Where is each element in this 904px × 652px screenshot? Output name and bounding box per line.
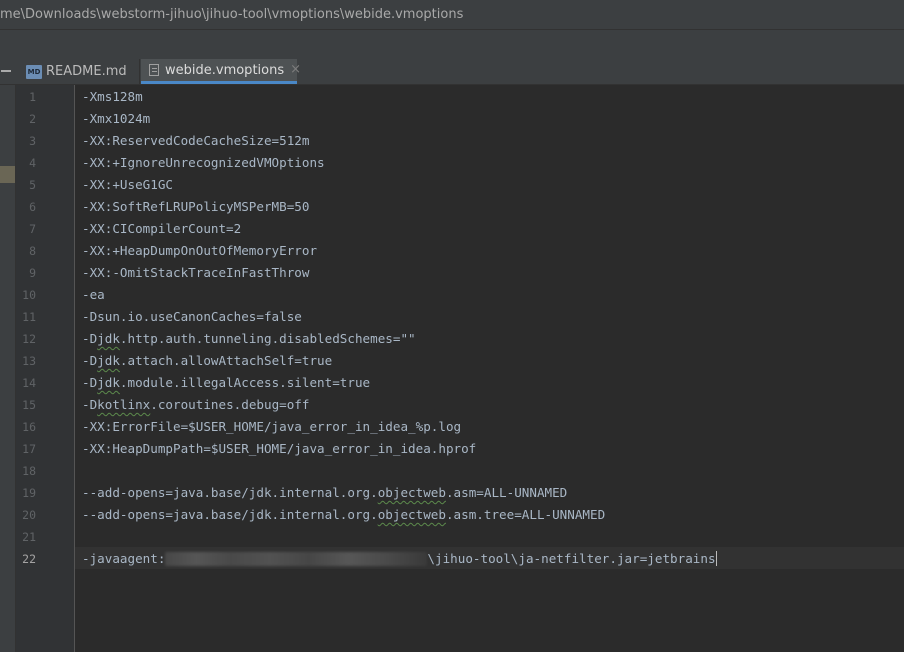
code-line: -Xmx1024m [82,108,150,130]
code-text: -D [82,375,98,390]
spelling-warning-text: jdk [97,331,120,346]
code-line: --add-opens=java.base/jdk.internal.org.o… [82,504,605,526]
code-line: -Dsun.io.useCanonCaches=false [82,306,302,328]
tab-webide-vmoptions[interactable]: webide.vmoptions × [141,59,301,84]
code-text: -XX:+HeapDumpOnOutOfMemoryError [82,243,318,258]
collapse-icon[interactable] [0,64,14,78]
code-line: --add-opens=java.base/jdk.internal.org.o… [82,482,567,504]
code-text: -Xmx1024m [82,111,151,126]
code-line: -Djdk.module.illegalAccess.silent=true [82,372,370,394]
line-number: 2 [29,112,36,126]
line-number: 11 [22,310,36,324]
spelling-warning-text: jdk [97,375,120,390]
code-line: -XX:-OmitStackTraceInFastThrow [82,262,309,284]
code-text: --add-opens=java.base/jdk.internal.org. [82,485,378,500]
code-text: -D [82,353,98,368]
line-number: 10 [22,288,36,302]
line-number: 21 [22,530,36,544]
code-line: -XX:SoftRefLRUPolicyMSPerMB=50 [82,196,309,218]
text-caret [715,550,717,566]
line-number: 22 [22,552,36,566]
line-number: 8 [29,244,36,258]
line-number: 15 [22,398,36,412]
tab-readme[interactable]: MD README.md [20,59,140,84]
code-line: -Djdk.http.auth.tunneling.disabledScheme… [82,328,416,350]
code-text: -D [82,397,98,412]
code-text: -D [82,331,98,346]
close-icon[interactable]: × [290,63,301,77]
code-text: -XX:ReservedCodeCacheSize=512m [82,133,310,148]
code-text: -XX:CICompilerCount=2 [82,221,242,236]
left-tool-strip [0,85,16,652]
code-line: -ea [82,284,105,306]
code-line: -XX:ErrorFile=$USER_HOME/java_error_in_i… [82,416,461,438]
code-line: -XX:CICompilerCount=2 [82,218,241,240]
line-number: 7 [29,222,36,236]
code-text: -XX:HeapDumpPath=$USER_HOME/java_error_i… [82,441,477,456]
code-text: .asm=ALL-UNNAMED [445,485,568,500]
tab-label: README.md [46,64,127,79]
code-text: -Xms128m [82,89,143,104]
line-number: 4 [29,156,36,170]
code-text: .attach.allowAttachSelf=true [119,353,333,368]
spelling-warning-text: objectweb [377,485,446,500]
code-text: -XX:SoftRefLRUPolicyMSPerMB=50 [82,199,310,214]
line-number: 17 [22,442,36,456]
code-text: -Dsun.io.useCanonCaches=false [82,309,302,324]
spelling-warning-text: objectweb [377,507,446,522]
code-text: -XX:+UseG1GC [82,177,173,192]
window-title-path: me\Downloads\webstorm-jihuo\jihuo-tool\v… [0,0,904,29]
tab-label: webide.vmoptions [165,62,285,78]
editor-tab-bar: MD README.md webide.vmoptions × [0,59,904,85]
line-number: 3 [29,134,36,148]
code-line: -XX:+HeapDumpOnOutOfMemoryError [82,240,317,262]
tool-window-marker[interactable] [0,166,15,183]
code-line: -Djdk.attach.allowAttachSelf=true [82,350,332,372]
code-line: -XX:+UseG1GC [82,174,173,196]
toolbar-strip [0,29,904,59]
code-line: -XX:ReservedCodeCacheSize=512m [82,130,309,152]
code-text: \jihuo-tool\ja-netfilter.jar=jetbrains [427,551,716,566]
code-text: --add-opens=java.base/jdk.internal.org. [82,507,378,522]
code-line: -Xms128m [82,86,143,108]
code-text: .asm.tree=ALL-UNNAMED [445,507,606,522]
code-text: -XX:-OmitStackTraceInFastThrow [82,265,310,280]
code-text: .coroutines.debug=off [150,397,310,412]
code-text: -ea [82,287,105,302]
line-number: 12 [22,332,36,346]
line-number: 9 [29,266,36,280]
file-path-text: me\Downloads\webstorm-jihuo\jihuo-tool\v… [0,7,464,22]
line-number: 20 [22,508,36,522]
code-line: -XX:HeapDumpPath=$USER_HOME/java_error_i… [82,438,476,460]
text-file-icon [149,64,159,76]
code-editor[interactable]: -Xms128m -Xmx1024m -XX:ReservedCodeCacheSi… [75,85,904,652]
line-number: 6 [29,200,36,214]
line-number: 13 [22,354,36,368]
code-line: -XX:+IgnoreUnrecognizedVMOptions [82,152,325,174]
code-text: -XX:+IgnoreUnrecognizedVMOptions [82,155,325,170]
spelling-warning-text: jdk [97,353,120,368]
line-number: 1 [29,90,36,104]
code-text: -javaagent: [82,551,166,566]
code-line: -javaagent: \jihuo-tool\ja-netfilter.jar=… [82,548,717,570]
code-text: -XX:ErrorFile=$USER_HOME/java_error_in_i… [82,419,462,434]
line-number: 16 [22,420,36,434]
line-number: 5 [29,178,36,192]
code-line: -Dkotlinx.coroutines.debug=off [82,394,309,416]
code-text: .module.illegalAccess.silent=true [119,375,371,390]
line-number: 14 [22,376,36,390]
line-number-gutter: 1 2 3 4 5 6 7 8 9 10 11 12 13 14 15 16 17 18 19 20 21 22 [16,85,75,652]
code-text: .http.auth.tunneling.disabledSchemes="" [119,331,416,346]
redacted-path-blur [165,551,428,566]
line-number: 19 [22,486,36,500]
spelling-warning-text: kotlinx [97,397,151,412]
line-number: 18 [22,464,36,478]
markdown-file-icon: MD [26,64,42,79]
